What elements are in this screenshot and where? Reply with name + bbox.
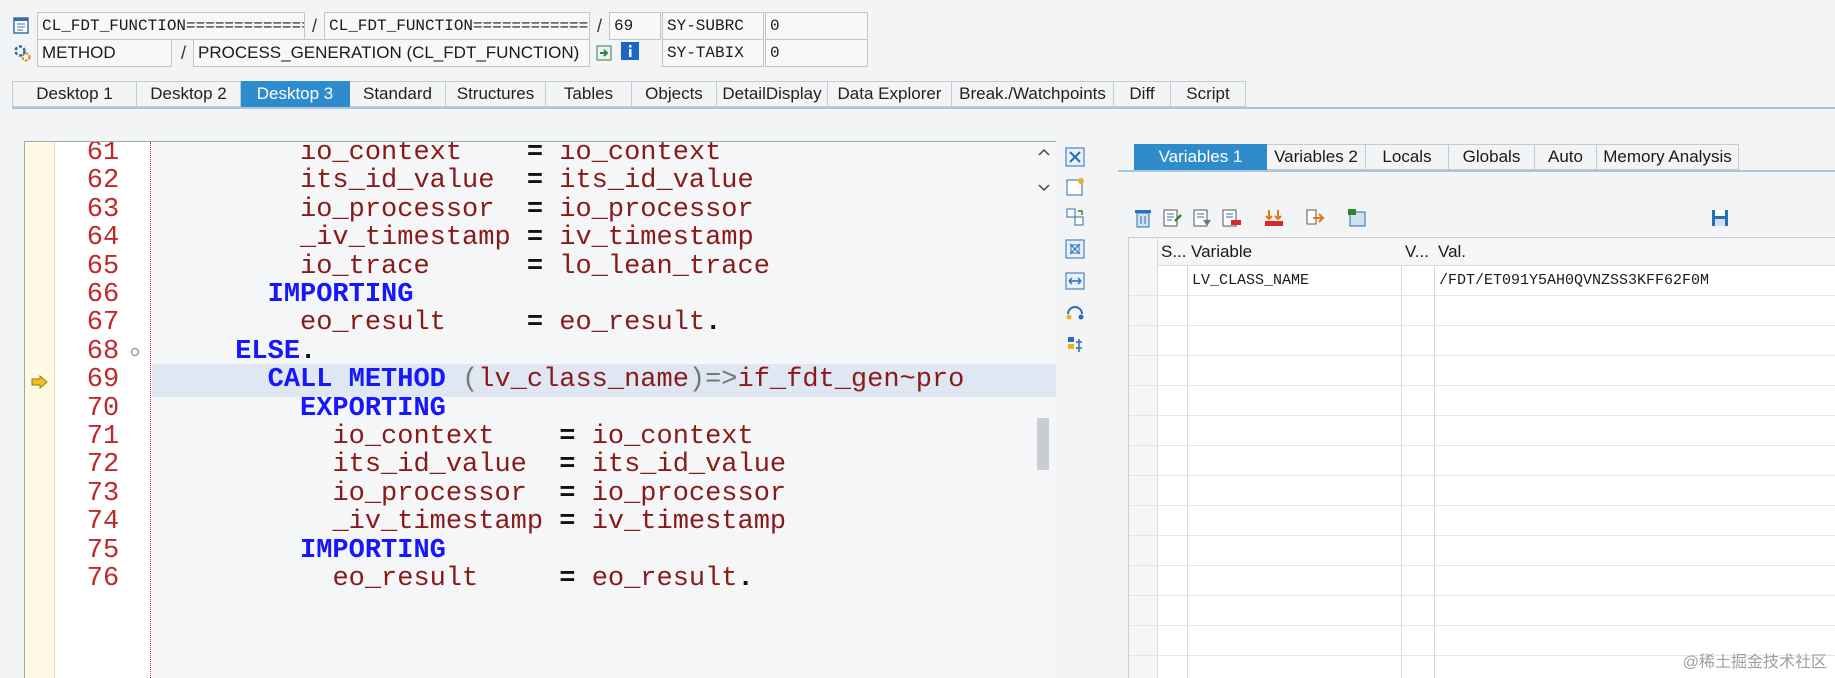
close-editor-icon[interactable] bbox=[1062, 144, 1088, 170]
table-row[interactable] bbox=[1129, 326, 1835, 356]
variables-tabbar: Variables 1 Variables 2 Locals Globals Auto M… bbox=[1134, 144, 1739, 170]
current-line-arrow-icon bbox=[31, 374, 49, 390]
table-row[interactable] bbox=[1129, 446, 1835, 476]
info-icon[interactable] bbox=[620, 41, 640, 61]
tab-detaildisplay[interactable]: DetailDisplay bbox=[717, 81, 828, 107]
var-tab-variables-1[interactable]: Variables 1 bbox=[1134, 144, 1267, 170]
settings-tool-icon[interactable] bbox=[1062, 332, 1088, 358]
scroll-up-button[interactable] bbox=[1036, 146, 1052, 158]
edit-list-icon[interactable] bbox=[1160, 206, 1184, 230]
tab-standard[interactable]: Standard bbox=[350, 81, 446, 107]
fold-marker-icon[interactable] bbox=[131, 347, 139, 356]
scrollbar-thumb[interactable] bbox=[1037, 418, 1049, 470]
tab-desktop-3[interactable]: Desktop 3 bbox=[241, 81, 350, 107]
layout-icon[interactable] bbox=[1345, 206, 1369, 230]
save-icon[interactable] bbox=[1708, 206, 1732, 230]
sysvar-value-field-2[interactable]: 0 bbox=[765, 39, 868, 67]
tab-tables[interactable]: Tables bbox=[546, 81, 632, 107]
table-row[interactable] bbox=[1129, 416, 1835, 446]
var-tab-globals[interactable]: Globals bbox=[1449, 144, 1535, 170]
source-editor[interactable]: io_context = io_context its_id_value = i… bbox=[24, 141, 1056, 678]
code-line[interactable]: eo_result = eo_result. bbox=[152, 563, 1056, 596]
separator: / bbox=[312, 16, 318, 36]
variables-grid[interactable]: S... Variable V... Val. LV_CLASS_NAME/FD… bbox=[1128, 237, 1835, 678]
variable-value-cell[interactable]: /FDT/ET091Y5AH0QVNZSS3KFF62F0M bbox=[1435, 266, 1835, 296]
table-row[interactable] bbox=[1129, 566, 1835, 596]
program-icon bbox=[12, 15, 32, 35]
include-field[interactable]: CL_FDT_FUNCTION===============CM01Q bbox=[324, 12, 590, 40]
var-tab-memory-analysis[interactable]: Memory Analysis bbox=[1597, 144, 1739, 170]
tab-desktop-2[interactable]: Desktop 2 bbox=[137, 81, 241, 107]
line-field[interactable]: 69 bbox=[609, 12, 661, 40]
table-row[interactable] bbox=[1129, 356, 1835, 386]
table-row[interactable] bbox=[1129, 386, 1835, 416]
tab-structures[interactable]: Structures bbox=[446, 81, 546, 107]
line-number: 76 bbox=[86, 564, 120, 594]
separator: / bbox=[181, 43, 187, 63]
table-row[interactable] bbox=[1129, 506, 1835, 536]
variables-tabbar-underline bbox=[1118, 170, 1835, 172]
table-row[interactable] bbox=[1129, 296, 1835, 326]
tab-break-watchpoints[interactable]: Break./Watchpoints bbox=[952, 81, 1114, 107]
method-gear-icon bbox=[12, 43, 32, 63]
tab-data-explorer[interactable]: Data Explorer bbox=[828, 81, 952, 107]
export-icon[interactable] bbox=[1303, 206, 1327, 230]
remove-rows-icon[interactable] bbox=[1219, 206, 1243, 230]
maximize-tool-icon[interactable] bbox=[1062, 236, 1088, 262]
var-tab-locals[interactable]: Locals bbox=[1366, 144, 1449, 170]
table-row[interactable] bbox=[1129, 596, 1835, 626]
sysvar-name-field-1[interactable]: SY-SUBRC bbox=[662, 12, 764, 40]
link-tool-icon[interactable] bbox=[1062, 300, 1088, 326]
resize-tool-icon[interactable] bbox=[1062, 268, 1088, 294]
desktop-tabbar: Desktop 1 Desktop 2 Desktop 3 Standard Struc… bbox=[12, 81, 1246, 107]
event-name-field[interactable]: PROCESS_GENERATION (CL_FDT_FUNCTION) bbox=[193, 39, 590, 67]
sort-icon[interactable] bbox=[1262, 206, 1286, 230]
separator: / bbox=[597, 16, 603, 36]
var-tab-auto[interactable]: Auto bbox=[1535, 144, 1597, 170]
delete-icon[interactable] bbox=[1131, 206, 1155, 230]
program-field[interactable]: CL_FDT_FUNCTION===============CP bbox=[37, 12, 305, 40]
sysvar-name-field-2[interactable]: SY-TABIX bbox=[662, 39, 764, 67]
event-type-field[interactable]: METHOD bbox=[37, 39, 172, 67]
table-row[interactable] bbox=[1129, 476, 1835, 506]
table-row[interactable]: LV_CLASS_NAME/FDT/ET091Y5AH0QVNZSS3KFF62… bbox=[1129, 266, 1835, 296]
scroll-down-button[interactable] bbox=[1036, 182, 1052, 194]
filter-list-icon[interactable] bbox=[1190, 206, 1214, 230]
tab-desktop-1[interactable]: Desktop 1 bbox=[12, 81, 137, 107]
var-tab-variables-2[interactable]: Variables 2 bbox=[1267, 144, 1366, 170]
code-line-text: eo_result = eo_result. bbox=[332, 564, 754, 594]
swap-tool-icon[interactable] bbox=[1062, 204, 1088, 230]
grid-header-variable[interactable]: Variable bbox=[1188, 238, 1402, 266]
navigate-source-icon[interactable] bbox=[594, 43, 614, 63]
sysvar-value-field-1[interactable]: 0 bbox=[765, 12, 868, 40]
tab-diff[interactable]: Diff bbox=[1114, 81, 1171, 107]
variable-name-cell[interactable]: LV_CLASS_NAME bbox=[1188, 266, 1402, 296]
new-tool-icon[interactable] bbox=[1062, 174, 1088, 200]
tab-objects[interactable]: Objects bbox=[632, 81, 717, 107]
watermark: @稀土掘金技术社区 bbox=[1682, 654, 1827, 671]
grid-header-v[interactable]: V... bbox=[1402, 238, 1435, 266]
grid-header-value[interactable]: Val. bbox=[1435, 238, 1835, 266]
breakpoint-gutter[interactable] bbox=[25, 142, 55, 678]
tab-script[interactable]: Script bbox=[1171, 81, 1246, 107]
table-row[interactable] bbox=[1129, 536, 1835, 566]
code-area[interactable]: io_context = io_context its_id_value = i… bbox=[152, 142, 1056, 678]
tabbar-underline bbox=[12, 107, 1835, 109]
grid-header-s[interactable]: S... bbox=[1158, 238, 1188, 266]
